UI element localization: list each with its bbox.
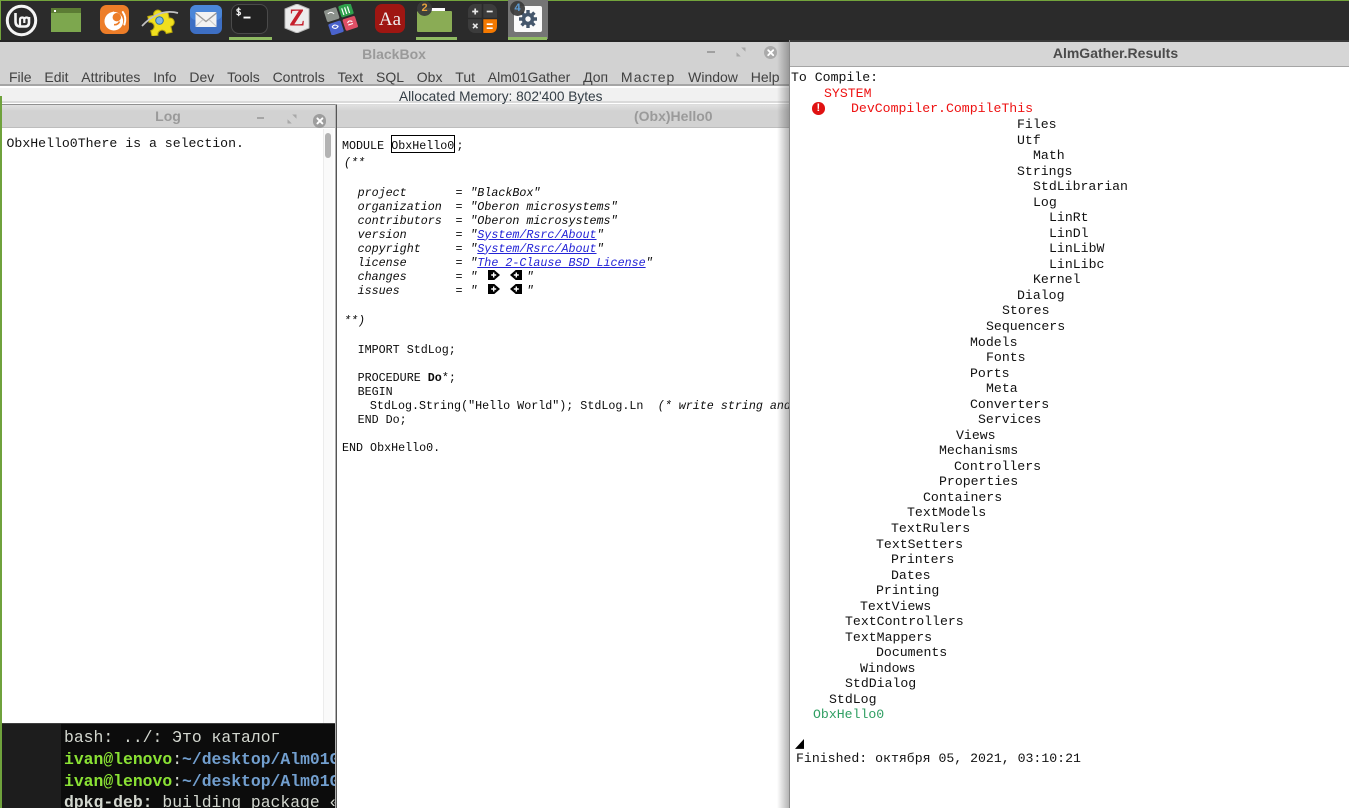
- svg-text:Aa: Aa: [379, 9, 402, 30]
- svg-text:Z: Z: [289, 6, 305, 32]
